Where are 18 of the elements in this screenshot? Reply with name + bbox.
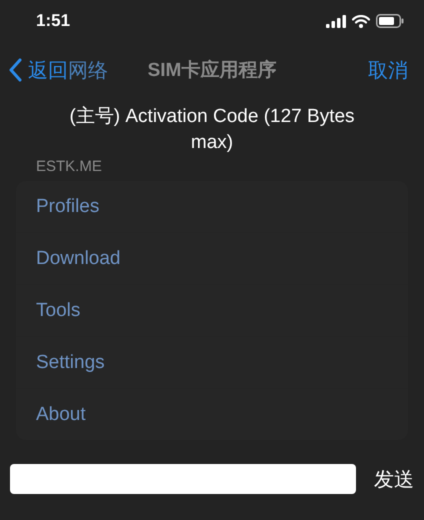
back-button[interactable]: 返回 — [28, 56, 68, 84]
status-time: 1:51 — [36, 11, 70, 31]
menu-item[interactable]: Download — [36, 248, 120, 270]
nav-title: SIM卡应用程序 — [148, 58, 276, 83]
previous-page-title: 网络 — [68, 58, 108, 84]
back-chevron-icon[interactable] — [8, 58, 22, 82]
input-field[interactable] — [10, 464, 356, 494]
section-header: ESTK.ME — [36, 158, 102, 175]
menu-item[interactable]: Tools — [36, 300, 80, 322]
menu-item[interactable]: Settings — [36, 352, 105, 374]
battery-icon — [376, 14, 404, 28]
cancel-button[interactable]: 取消 — [368, 56, 408, 84]
send-button[interactable]: 发送 — [374, 466, 414, 492]
menu-item[interactable]: About — [36, 404, 86, 426]
menu-item[interactable]: Profiles — [36, 196, 100, 218]
signal-icon — [326, 14, 346, 28]
wifi-icon — [352, 14, 370, 28]
prompt-title: (主号) Activation Code (127 Bytes max) — [68, 105, 356, 155]
